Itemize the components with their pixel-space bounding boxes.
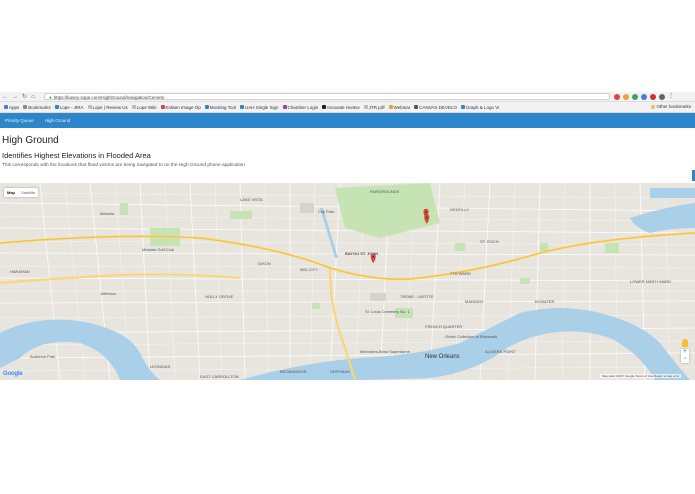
map-label: Audubon Park (30, 354, 55, 359)
home-icon[interactable]: ⌂ (31, 94, 35, 100)
map-label: LOWER NINTH WARD (630, 279, 671, 284)
extension-icon[interactable] (650, 93, 656, 100)
folder-icon (651, 105, 656, 109)
map-label: BYWATER (535, 299, 554, 304)
map-label: LEONIDAS (150, 364, 171, 369)
map-label: BROADMOOR (280, 369, 307, 374)
page-subtitle: Identifies Highest Elevations in Flooded… (2, 151, 151, 160)
bookmark-item[interactable]: Graph & Logo Vi (460, 105, 499, 110)
back-icon[interactable]: ← (2, 94, 8, 100)
map-type-satellite[interactable]: Satellite (18, 188, 38, 197)
map-label: HARAHAN (10, 269, 30, 274)
canvas-icon (414, 105, 419, 109)
map-view[interactable]: Metairie Jefferson HARAHAN BAYOU ST. JOH… (0, 183, 695, 380)
map-marker-dot (425, 216, 428, 219)
street-view-pegman-icon[interactable] (682, 339, 688, 347)
map-label: St. Louis Cemetery No. 1 (365, 309, 410, 314)
map-type-map[interactable]: Map (4, 188, 18, 197)
bookmark-item[interactable]: Lope Wiki (131, 105, 157, 110)
map-marker-dot (425, 211, 427, 213)
bookmark-item[interactable]: Webinar (388, 105, 410, 110)
page-icon (87, 105, 92, 109)
chamber-icon (282, 105, 287, 109)
map-label: ALGIERS POINT (485, 349, 516, 354)
graph-icon (460, 105, 465, 109)
map-marker-dot (372, 255, 375, 258)
map-attribution: Map data ©2017 Google Terms of Use Repor… (600, 374, 682, 378)
webinar-icon (388, 105, 393, 109)
bookmark-item[interactable]: Lope | Review Us (87, 105, 128, 110)
map-label: Mercedes-Benz Superdome (360, 349, 411, 354)
map-label: FAIRGROUNDS (370, 189, 400, 194)
nav-high-ground[interactable]: High Ground (45, 118, 71, 123)
pdf-icon (363, 105, 368, 109)
page-description: This corresponds with the locations that… (2, 163, 245, 168)
map-label: TREME - LAFITTE (400, 294, 434, 299)
star-icon (23, 105, 28, 109)
map-label: Jefferson (100, 291, 116, 296)
url-text: https://kasey-sope.com/HighGround/naviga… (53, 95, 165, 100)
other-bookmarks[interactable]: Other bookmarks (651, 102, 691, 112)
nav-priority-queue[interactable]: Priority Queue (5, 118, 34, 123)
extension-icon[interactable] (632, 93, 638, 100)
map-label: Metairie Golf Club (142, 247, 175, 252)
zoom-out-button[interactable]: − (681, 356, 689, 363)
map-label: HOLLY GROVE (205, 294, 234, 299)
map-label: LAKE VISTA (240, 197, 263, 202)
map-label: HOFFMAN (330, 369, 350, 374)
apps-icon (4, 105, 8, 109)
bookmark-item[interactable]: JTR.pdf (363, 105, 385, 110)
jira-icon (54, 105, 59, 109)
kraken-icon (160, 105, 165, 109)
bookmark-item[interactable]: Mocking Tool (204, 105, 236, 110)
innovate-icon (322, 105, 327, 109)
map-label: FRENCH QUARTER (425, 324, 462, 329)
map-label: Outlet Collection at Riverwalk (445, 334, 497, 339)
extension-icon[interactable] (659, 93, 665, 100)
extension-icon[interactable] (623, 93, 629, 100)
map-label: MARIGNY (465, 299, 484, 304)
map-label: New Orleans (425, 354, 460, 360)
extension-icons: ⋮ (614, 93, 674, 100)
tool-icon (204, 105, 209, 109)
map-label: MID-CITY (300, 267, 318, 272)
zoom-control: + − (681, 349, 689, 363)
map-label: 7TH WARD (450, 271, 471, 276)
map-label: Metairie (100, 211, 115, 216)
map-canvas[interactable]: Metairie Jefferson HARAHAN BAYOU ST. JOH… (0, 183, 695, 380)
bookmark-item[interactable]: Chamber Login (282, 105, 318, 110)
page-icon (131, 105, 136, 109)
map-label: ST. ROCH (480, 239, 499, 244)
bookmark-item[interactable]: Innovate Huntsv (322, 105, 360, 110)
forward-icon[interactable]: → (12, 94, 18, 100)
browser-nav-buttons: ← → ↻ ⌂ (2, 92, 35, 101)
uah-icon (239, 105, 244, 109)
menu-icon[interactable]: ⋮ (668, 93, 674, 100)
map-type-control: Map Satellite (4, 188, 39, 197)
address-bar[interactable]: ● https://kasey-sope.com/HighGround/navig… (44, 93, 610, 100)
extension-icon[interactable] (641, 93, 647, 100)
bookmark-item[interactable]: Apps (4, 105, 19, 110)
browser-toolbar: ← → ↻ ⌂ ● https://kasey-sope.com/HighGrou… (0, 92, 695, 102)
bookmarks-bar: Apps Bookmarks Lope - JIRA Lope | Review… (0, 102, 695, 113)
map-label: GENTILLY (450, 207, 469, 212)
extension-icon[interactable] (614, 93, 620, 100)
app-navbar: Priority Queue High Ground (0, 113, 695, 128)
lock-icon: ● (49, 95, 52, 100)
bookmark-item[interactable]: UAH Single Sign (239, 105, 279, 110)
reload-icon[interactable]: ↻ (22, 93, 27, 100)
bookmark-item[interactable]: Bookmarks (23, 105, 51, 110)
bookmark-item[interactable]: CANVAS DEVELO (414, 105, 457, 110)
page-title: High Ground (2, 135, 59, 146)
zoom-in-button[interactable]: + (681, 349, 689, 356)
google-logo[interactable]: Google (3, 371, 23, 377)
map-label: City Park (318, 209, 334, 214)
bookmark-item[interactable]: Kraken Image Op (160, 105, 201, 110)
bookmark-item[interactable]: Lope - JIRA (54, 105, 84, 110)
map-label: DIXON (258, 261, 271, 266)
map-label: EAST CARROLLTON (200, 374, 239, 379)
